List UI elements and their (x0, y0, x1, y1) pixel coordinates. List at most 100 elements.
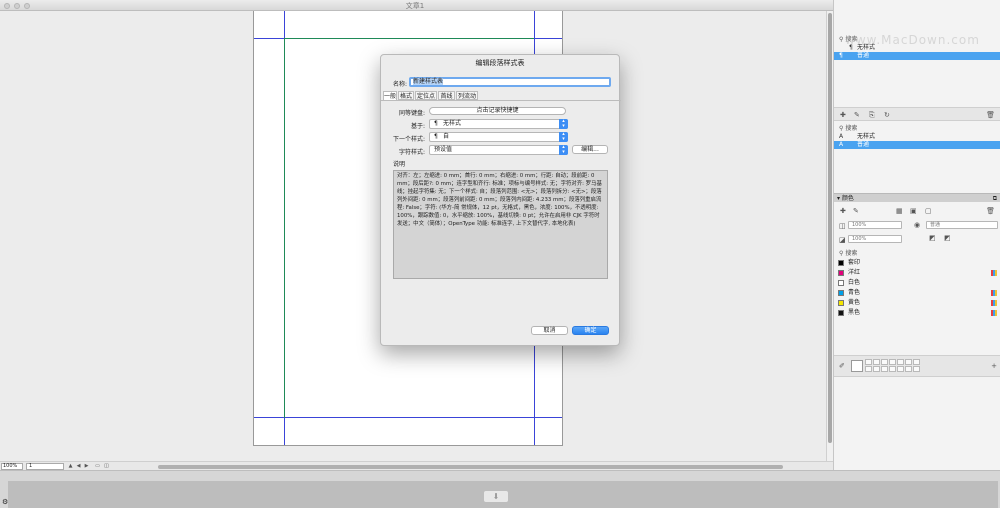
glyph-cell[interactable] (881, 366, 888, 372)
edit-color-icon[interactable]: ✎ (853, 207, 859, 215)
cmyk-icon (991, 300, 997, 306)
glyph-cell[interactable] (913, 366, 920, 372)
trash-icon[interactable]: 🗑 (986, 207, 995, 215)
split-view-icon[interactable]: ◫ (103, 463, 110, 470)
page-up-icon[interactable]: ▲ (67, 463, 74, 470)
color-swatch-row[interactable]: 黑色 (834, 308, 1000, 318)
duplicate-style-icon[interactable]: ⎘ (869, 111, 875, 120)
refresh-icon[interactable]: ↻ (884, 111, 890, 119)
tab-rules[interactable]: 首线 (438, 91, 455, 100)
name-label: 名称: (392, 81, 407, 88)
eye-icon[interactable]: ◉ (914, 221, 920, 229)
next-page-icon[interactable]: ▶ (83, 463, 90, 470)
style-sheets-toolbar: ✚ ✎ ⎘ ↻ 🗑 (834, 107, 1000, 121)
color-swatch-row[interactable]: 套印 (834, 258, 1000, 268)
shortcut-label: 同等键盘: (398, 110, 425, 117)
based-on-label: 基于: (410, 123, 425, 130)
paragraph-style-item-selected[interactable]: ¶ 普通 (834, 52, 1000, 60)
glyph-cell[interactable] (905, 366, 912, 372)
next-style-select[interactable]: ¶ 自 ▴ ▾ (429, 132, 568, 142)
cmyk-icon (991, 310, 997, 316)
glyph-cell[interactable] (865, 366, 872, 372)
color-swatch-row[interactable]: 黄色 (834, 298, 1000, 308)
add-color-icon[interactable]: ✚ (840, 207, 846, 215)
glyph-cell[interactable] (905, 359, 912, 365)
watermark: www.MacDown.com (845, 33, 980, 47)
page-number-field[interactable]: 1 (26, 463, 64, 470)
tab-tabs[interactable]: 定位点 (415, 91, 437, 100)
blend-mode-select[interactable]: 普通 (926, 221, 998, 229)
horizontal-scrollbar[interactable] (158, 465, 783, 469)
glyph-cell[interactable] (913, 359, 920, 365)
knockout-icon[interactable]: ◩ (929, 234, 936, 242)
glyph-cell[interactable] (889, 359, 896, 365)
character-style-search[interactable]: ⚲ 搜索 (834, 125, 1000, 133)
frame-color-mode-icon[interactable]: ▢ (925, 207, 932, 215)
colors-toolbar: ✚ ✎ ▦ ▣ ▢ 🗑 (834, 205, 1000, 219)
glyph-cell[interactable] (897, 366, 904, 372)
glyph-cell[interactable] (865, 359, 872, 365)
character-style-item[interactable]: A 无样式 (834, 133, 1000, 141)
color-swatch (838, 269, 844, 276)
glyph-cell[interactable] (873, 359, 880, 365)
trash-icon[interactable]: 🗑 (986, 111, 995, 119)
prev-page-icon[interactable]: ◀ (75, 463, 82, 470)
vertical-scrollbar[interactable] (826, 11, 833, 461)
fill-mode-icon[interactable]: ▦ (896, 207, 903, 215)
tab-general[interactable]: 一般 (383, 91, 397, 100)
color-swatch (838, 309, 844, 316)
opacity-icon: ◫ (839, 222, 846, 230)
character-style-select[interactable]: 预设值 ▴ ▾ (429, 145, 568, 155)
edit-paragraph-style-dialog: 编辑段落样式表 名称: 新建样式表 一般 格式 定位点 首线 列流动 同等键盘:… (380, 54, 621, 346)
based-on-select[interactable]: ¶ 无样式 ▴ ▾ (429, 119, 568, 129)
glyph-cell[interactable] (873, 366, 880, 372)
color-swatch (838, 289, 844, 296)
color-swatch-row[interactable]: 洋红 (834, 268, 1000, 278)
next-style-label: 下一个样式: (392, 136, 425, 143)
character-styles-list: ⚲ 搜索 A 无样式 A 普通 (834, 125, 1000, 149)
ok-button[interactable]: 确定 (572, 326, 609, 335)
add-icon[interactable]: + (991, 362, 997, 370)
add-style-icon[interactable]: ✚ (840, 111, 846, 119)
tab-column-flow[interactable]: 列流动 (456, 91, 478, 100)
dialog-title: 编辑段落样式表 (475, 59, 525, 67)
color-swatch (838, 299, 844, 306)
character-a-icon: A (839, 141, 844, 148)
color-swatch-row[interactable]: 白色 (834, 278, 1000, 288)
settings-icon[interactable]: ⚙ (2, 498, 8, 506)
fill-opacity-field[interactable]: 100% (848, 221, 902, 229)
panel-menu-icon[interactable]: ⧉ (993, 194, 997, 203)
edit-style-icon[interactable]: ✎ (854, 111, 860, 119)
stroke-opacity-field[interactable]: 100% (848, 235, 902, 243)
tab-format[interactable]: 格式 (398, 91, 414, 100)
color-swatch (838, 279, 844, 286)
zoom-field[interactable]: 100% (1, 463, 23, 470)
overprint-icon[interactable]: ◩ (944, 234, 951, 242)
pilcrow-icon: ¶ (434, 120, 438, 127)
colors-panel-header[interactable]: ▾ 颜色 ⧉ (834, 193, 1000, 202)
text-color-mode-icon[interactable]: ▣ (910, 207, 917, 215)
color-swatch-list: ⚲ 搜索 套印 洋红 白色 青色 黄色 黑色 (834, 250, 1000, 318)
style-name-input[interactable]: 新建样式表 (409, 77, 611, 87)
stepper-arrows-icon: ▴ ▾ (559, 145, 568, 155)
edit-character-style-button[interactable]: 编辑... (572, 145, 608, 154)
glyph-cell[interactable] (897, 359, 904, 365)
pilcrow-icon: ¶ (434, 133, 438, 140)
cmyk-icon (991, 270, 997, 276)
tab-divider (381, 100, 621, 101)
character-style-item-selected[interactable]: A 普通 (834, 141, 1000, 149)
color-search[interactable]: ⚲ 搜索 (834, 250, 1000, 258)
view-mode-icon[interactable]: ▭ (94, 463, 101, 470)
download-icon[interactable]: ⬇ (484, 491, 508, 502)
glyph-cell[interactable] (889, 366, 896, 372)
eyedropper-icon[interactable]: ✐ (839, 362, 845, 370)
current-color-preview[interactable] (851, 360, 863, 372)
record-shortcut-button[interactable]: 点击记录快捷键 (429, 107, 566, 115)
character-a-icon: A (839, 133, 844, 140)
color-swatch-row[interactable]: 青色 (834, 288, 1000, 298)
vertical-scroll-thumb[interactable] (828, 13, 832, 443)
window-title: 文章1 (405, 2, 425, 10)
glyph-cell[interactable] (881, 359, 888, 365)
cancel-button[interactable]: 取消 (531, 326, 568, 335)
gradient-icon: ◪ (839, 236, 846, 244)
